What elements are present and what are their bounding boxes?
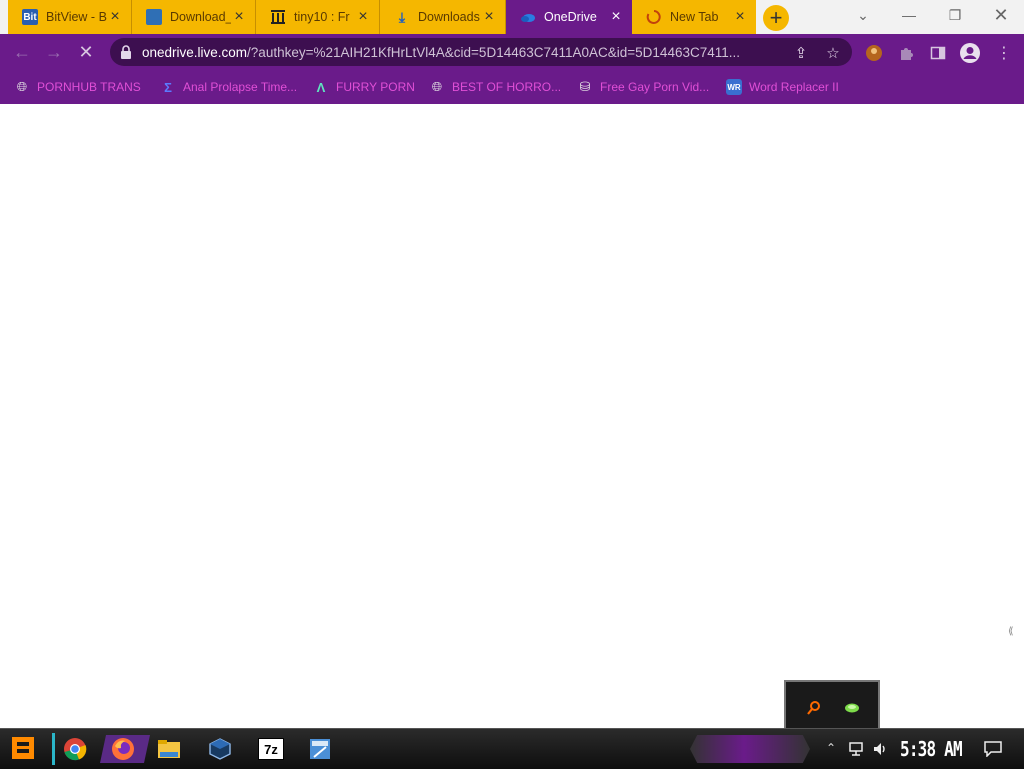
- start-icon[interactable]: [8, 734, 38, 762]
- 7zip-icon[interactable]: 7z: [256, 735, 286, 763]
- calculator-icon[interactable]: [305, 735, 335, 763]
- bookmark-item[interactable]: 🌐︎ BEST OF HORRO...: [429, 78, 561, 96]
- lock-icon: [121, 45, 131, 59]
- new-tab-button[interactable]: +: [763, 5, 789, 31]
- close-tab-icon[interactable]: ×: [732, 9, 748, 25]
- taskbar-clock[interactable]: 5:38 AM: [900, 737, 963, 761]
- taskbar-divider: [52, 733, 55, 765]
- address-bar[interactable]: onedrive.live.com/?authkey=%21AIH21KfHrL…: [110, 38, 852, 66]
- globe-icon: 🌐︎: [16, 79, 28, 94]
- bookmarks-bar: 🌐︎ PORNHUB TRANS Σ Anal Prolapse Time...…: [0, 70, 1024, 104]
- close-tab-icon[interactable]: ×: [231, 9, 247, 25]
- bookmark-item[interactable]: WR Word Replacer II: [726, 78, 839, 96]
- tab-strip: Bit BitView - B × Download_ × tiny10 : F…: [0, 0, 1024, 34]
- bracket-icon: Σ: [164, 79, 172, 95]
- tab-onedrive[interactable]: OneDrive ×: [506, 0, 632, 34]
- puzzle-stack-icon: ⛁: [579, 79, 591, 94]
- download-page-icon: [146, 9, 162, 25]
- tab-download[interactable]: Download_ ×: [132, 0, 256, 34]
- close-window-icon[interactable]: ✕: [978, 0, 1024, 30]
- wr-icon: WR: [726, 79, 742, 95]
- tab-downloads[interactable]: ⤓ Downloads ×: [380, 0, 506, 34]
- minimize-icon[interactable]: —: [886, 0, 932, 30]
- lambda-icon: Λ: [316, 79, 326, 95]
- extension-avatar-icon[interactable]: [864, 43, 884, 63]
- shield-icon[interactable]: [844, 700, 860, 716]
- tray-chevron-icon[interactable]: ⌃: [826, 741, 836, 755]
- taskbar: 7z ⌃ 5:38 AM: [0, 728, 1024, 769]
- forward-button[interactable]: →: [42, 40, 66, 64]
- tab-new-tab[interactable]: New Tab ×: [632, 0, 756, 34]
- profile-avatar-icon[interactable]: [958, 41, 982, 65]
- volume-icon[interactable]: [872, 741, 888, 757]
- close-tab-icon[interactable]: ×: [608, 9, 624, 25]
- back-button[interactable]: ←: [10, 40, 34, 64]
- download-arrow-icon: ⤓: [398, 8, 406, 25]
- side-panel-icon[interactable]: [928, 43, 948, 63]
- loading-spinner-icon: [646, 9, 662, 25]
- stop-loading-button[interactable]: ✕: [74, 40, 98, 64]
- bookmark-item[interactable]: ⛁ Free Gay Porn Vid...: [577, 78, 710, 96]
- menu-kebab-icon[interactable]: ⋮: [994, 43, 1014, 63]
- bookmark-item[interactable]: Λ FURRY PORN: [313, 78, 415, 96]
- file-explorer-icon[interactable]: [154, 735, 184, 763]
- share-icon[interactable]: ⇪: [792, 44, 810, 62]
- tab-tiny10[interactable]: tiny10 : Fr ×: [256, 0, 380, 34]
- archive-org-icon: [270, 9, 286, 25]
- url-domain: onedrive.live.com: [142, 44, 248, 60]
- side-handle-icon[interactable]: ⟪: [1008, 626, 1024, 640]
- browser-toolbar: ← → ✕ onedrive.live.com/?authkey=%21AIH2…: [0, 34, 1024, 70]
- close-tab-icon[interactable]: ×: [355, 9, 371, 25]
- close-tab-icon[interactable]: ×: [107, 9, 123, 25]
- search-tool-icon[interactable]: [806, 700, 822, 716]
- url-text: onedrive.live.com/?authkey=%21AIH21KfHrL…: [142, 45, 782, 60]
- notification-icon[interactable]: [984, 741, 1002, 757]
- virtualbox-icon[interactable]: [205, 735, 235, 763]
- bitview-icon: Bit: [22, 9, 38, 25]
- tab-search-icon[interactable]: ⌄: [840, 0, 886, 30]
- chrome-icon[interactable]: [60, 735, 90, 763]
- extensions-puzzle-icon[interactable]: [896, 43, 916, 63]
- close-tab-icon[interactable]: ×: [481, 9, 497, 25]
- restore-icon[interactable]: ❐: [932, 0, 978, 30]
- bookmark-star-icon[interactable]: ☆: [824, 44, 842, 62]
- page-content: [0, 104, 1024, 728]
- firefox-icon[interactable]: [108, 735, 138, 763]
- onedrive-icon: [520, 9, 536, 25]
- bookmark-item[interactable]: 🌐︎ PORNHUB TRANS: [14, 78, 141, 96]
- network-icon[interactable]: [848, 741, 864, 757]
- globe-icon: 🌐︎: [431, 79, 443, 94]
- taskbar-decoration: [690, 735, 810, 763]
- bookmark-item[interactable]: Σ Anal Prolapse Time...: [160, 78, 297, 96]
- tray-overflow-popup: [784, 680, 880, 728]
- tab-bitview[interactable]: Bit BitView - B ×: [8, 0, 132, 34]
- url-path: /?authkey=%21AIH21KfHrLtVl4A&cid=5D14463…: [247, 44, 741, 60]
